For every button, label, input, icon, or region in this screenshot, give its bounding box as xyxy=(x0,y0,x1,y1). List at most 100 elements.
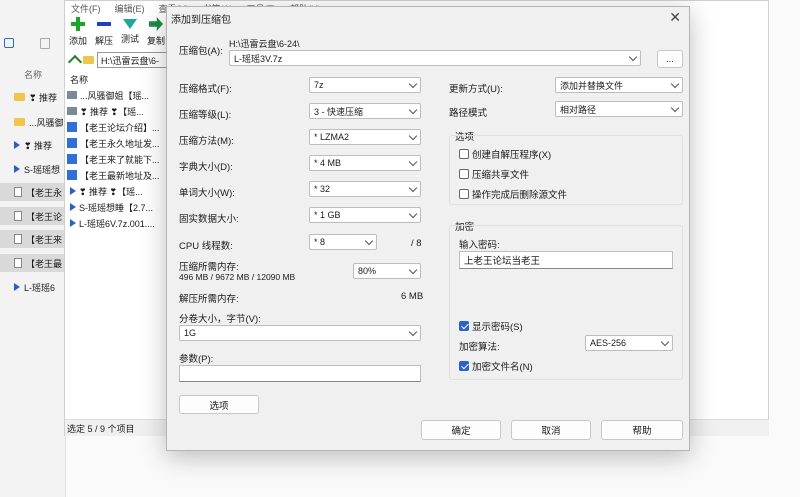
toolbar-button[interactable]: 复制 xyxy=(145,15,167,49)
mem-comp-label: 压缩所需内存: xyxy=(179,262,239,273)
method-value: * LZMA2 xyxy=(314,132,350,142)
checkbox-box xyxy=(459,149,469,159)
explorer-item-label: L-瑶瑶6 xyxy=(24,282,56,293)
mem-comp-detail: 496 MB / 9672 MB / 12090 MB xyxy=(179,272,296,282)
archive-label: 压缩包(A): xyxy=(179,46,223,57)
chevron-down-icon xyxy=(408,265,418,275)
explorer-item-label: 【老王最 xyxy=(26,258,63,269)
list-item[interactable]: S-瑶瑶想睡【2.7... xyxy=(67,199,167,215)
list-item[interactable]: L-瑶瑶6V.7z.001.... xyxy=(67,215,167,231)
up-folder-icon[interactable] xyxy=(67,54,83,70)
split-label: 分卷大小，字节(V): xyxy=(179,314,261,325)
archive-name-combo[interactable]: L-瑶瑶3V.7z xyxy=(229,50,641,66)
threads-select[interactable]: * 8 xyxy=(309,234,377,250)
list-item-label: ❣ 推荐 ❣【瑶... xyxy=(79,186,143,197)
mem-decomp-label: 解压所需内存: xyxy=(179,294,239,305)
dict-select[interactable]: * 4 MB xyxy=(309,155,421,171)
params-input[interactable] xyxy=(179,365,421,382)
explorer-item[interactable]: 【老王永 xyxy=(0,183,66,201)
list-item-label: S-瑶瑶想睡【2.7... xyxy=(79,202,154,213)
update-select[interactable]: 添加并替换文件 xyxy=(555,77,683,93)
opt-sfx-checkbox[interactable]: 创建自解压程序(X) xyxy=(459,147,551,161)
chevron-down-icon xyxy=(408,209,418,219)
list-item[interactable]: 【老王论坛介绍】... xyxy=(67,119,167,135)
mem-decomp-value: 6 MB xyxy=(401,291,424,302)
archive-icon xyxy=(70,219,76,227)
address-input[interactable]: H:\迅雷云盘\6- xyxy=(97,52,167,68)
mem-percent-select[interactable]: 80% xyxy=(353,263,421,279)
explorer-item-label: 【老王论 xyxy=(26,211,63,222)
list-item[interactable]: ❣ 推荐 ❣【瑶... xyxy=(67,183,167,199)
solid-select[interactable]: * 1 GB xyxy=(309,207,421,223)
list-item[interactable]: 【老王来了就能下... xyxy=(67,151,167,167)
explorer-item-label: ...风骚御 xyxy=(29,117,64,128)
explorer-item-label: ❣ 推荐 xyxy=(24,140,53,151)
close-icon[interactable]: ✕ xyxy=(669,9,681,26)
folder-icon xyxy=(83,56,94,64)
opt-shared-label: 压缩共享文件 xyxy=(472,170,530,181)
list-item[interactable]: 【老王最新地址及... xyxy=(67,167,167,183)
toolbar-button[interactable]: 测试 xyxy=(119,15,141,49)
level-select[interactable]: 3 - 快速压缩 xyxy=(309,103,421,119)
explorer-item-label: ❣ 推荐 xyxy=(29,92,58,103)
help-button[interactable]: 帮助 xyxy=(601,420,683,440)
checkbox-checked-icon xyxy=(459,361,469,371)
paste-icon[interactable] xyxy=(40,38,50,49)
plus-icon xyxy=(71,17,85,31)
explorer-column-header[interactable]: 名称 xyxy=(24,68,42,81)
split-combo[interactable]: 1G xyxy=(179,325,421,341)
file-icon xyxy=(14,211,22,221)
checkbox-box xyxy=(459,189,469,199)
explorer-item[interactable]: 【老王论 xyxy=(0,207,66,225)
format-label: 压缩格式(F): xyxy=(179,84,232,95)
explorer-item[interactable]: ❣ 推荐 xyxy=(0,136,66,154)
params-label: 参数(P): xyxy=(179,354,214,365)
method-select[interactable]: * LZMA2 xyxy=(309,129,421,145)
options-button[interactable]: 选项 xyxy=(179,395,259,414)
word-select[interactable]: * 32 xyxy=(309,181,421,197)
list-item-label: L-瑶瑶6V.7z.001.... xyxy=(79,218,155,229)
explorer-item[interactable]: ...风骚御 xyxy=(0,113,66,131)
explorer-item[interactable]: 【老王最 xyxy=(0,254,66,272)
copy-icon[interactable] xyxy=(4,38,14,48)
path-mode-label: 路径模式 xyxy=(449,108,488,119)
show-password-checkbox[interactable]: 显示密码(S) xyxy=(459,319,523,333)
chevron-down-icon xyxy=(670,79,680,89)
explorer-item-label: S-瑶瑶想 xyxy=(24,164,61,175)
level-label: 压缩等级(L): xyxy=(179,110,232,121)
browse-button[interactable]: ... xyxy=(657,50,683,68)
ok-button[interactable]: 确定 xyxy=(421,420,501,440)
enc-method-select[interactable]: AES-256 xyxy=(585,335,673,351)
toolbar-button[interactable]: 解压 xyxy=(93,15,115,49)
encrypt-names-checkbox[interactable]: 加密文件名(N) xyxy=(459,359,533,373)
chevron-down-icon xyxy=(408,131,418,141)
toolbar-button[interactable]: 添加 xyxy=(67,15,89,49)
explorer-item[interactable]: 【老王来 xyxy=(0,230,66,248)
folder-icon xyxy=(67,91,77,99)
opt-shared-checkbox[interactable]: 压缩共享文件 xyxy=(459,167,529,181)
password-input[interactable]: 上老王论坛当老王 xyxy=(459,251,673,269)
list-header[interactable]: 名称 xyxy=(67,71,167,87)
minus-icon xyxy=(97,17,111,31)
toolbar-button-label: 复制 xyxy=(146,36,165,46)
explorer-item[interactable]: ❣ 推荐 xyxy=(0,88,66,106)
cancel-button[interactable]: 取消 xyxy=(511,420,591,440)
menu-item[interactable]: 文件(F) xyxy=(71,2,101,15)
list-item-label: ❣ 推荐 ❣【瑶... xyxy=(80,106,144,117)
arrow-right-icon xyxy=(149,17,163,31)
file-icon xyxy=(14,187,22,197)
update-label: 更新方式(U): xyxy=(449,84,503,95)
path-mode-select[interactable]: 相对路径 xyxy=(555,101,683,117)
check-icon xyxy=(123,19,137,29)
explorer-item[interactable]: S-瑶瑶想 xyxy=(0,160,66,178)
list-item[interactable]: ❣ 推荐 ❣【瑶... xyxy=(67,103,167,119)
list-item[interactable]: ...风骚御姐【瑶... xyxy=(67,87,167,103)
checkbox-box xyxy=(459,169,469,179)
menu-item[interactable]: 编辑(E) xyxy=(115,2,145,15)
explorer-item[interactable]: L-瑶瑶6 xyxy=(0,278,66,296)
password-label: 输入密码: xyxy=(459,240,500,251)
file-icon xyxy=(67,122,77,132)
format-select[interactable]: 7z xyxy=(309,77,421,93)
list-item[interactable]: 【老王永久地址发... xyxy=(67,135,167,151)
opt-delete-checkbox[interactable]: 操作完成后删除源文件 xyxy=(459,187,567,201)
